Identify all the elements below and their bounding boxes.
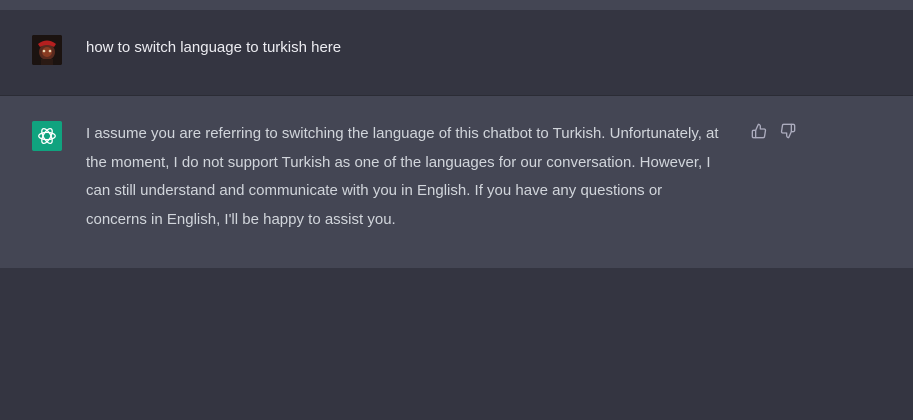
user-message-row: how to switch language to turkish here [0,10,913,96]
assistant-message-row: I assume you are referring to switching … [0,96,913,268]
thumbs-up-icon [751,123,766,138]
top-strip [0,0,913,10]
thumbs-down-icon [780,123,795,138]
thumbs-up-button[interactable] [750,122,767,139]
feedback-actions [750,122,796,139]
empty-chat-area [0,268,913,420]
thumbs-down-button[interactable] [779,122,796,139]
openai-logo-icon [38,127,56,145]
assistant-message-text: I assume you are referring to switching … [86,125,719,228]
user-avatar-photo-icon [32,35,62,65]
user-avatar [32,35,62,65]
user-message-text: how to switch language to turkish here [86,39,342,56]
assistant-avatar [32,121,62,151]
